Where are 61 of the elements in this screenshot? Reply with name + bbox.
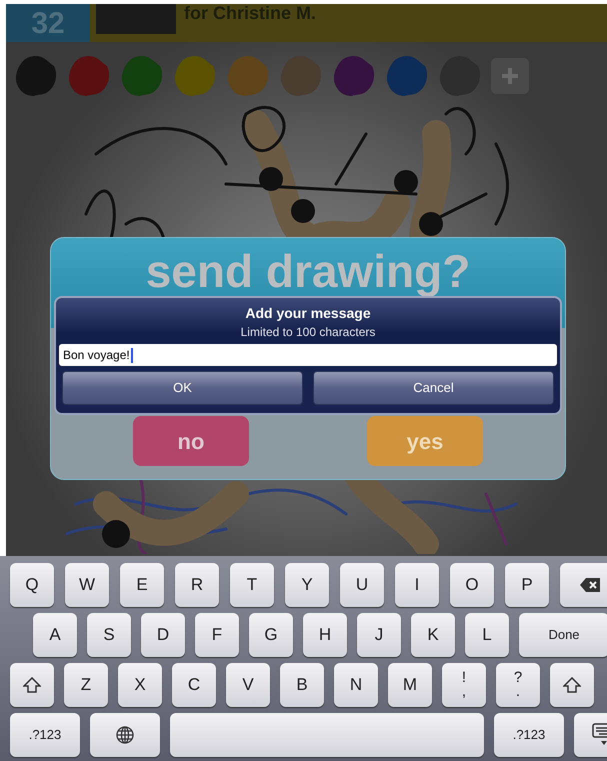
space-key[interactable]: [170, 713, 484, 757]
paint-blob-icon[interactable]: [226, 54, 270, 98]
text-cursor: [130, 348, 133, 362]
key[interactable]: W: [65, 563, 109, 607]
key[interactable]: B: [280, 663, 324, 707]
key[interactable]: P: [505, 563, 549, 607]
key[interactable]: I: [395, 563, 439, 607]
key[interactable]: K: [411, 613, 455, 657]
key[interactable]: C: [172, 663, 216, 707]
shift-key[interactable]: [10, 663, 54, 707]
add-color-button[interactable]: [491, 58, 529, 94]
key[interactable]: L: [465, 613, 509, 657]
key[interactable]: E: [120, 563, 164, 607]
key-symbol: !: [462, 671, 466, 685]
paint-blob-icon[interactable]: [14, 54, 58, 98]
globe-icon: [116, 726, 134, 744]
key[interactable]: ? .: [496, 663, 540, 707]
key[interactable]: ! ,: [442, 663, 486, 707]
plus-icon: [502, 68, 518, 84]
key[interactable]: M: [388, 663, 432, 707]
key[interactable]: H: [303, 613, 347, 657]
key[interactable]: U: [340, 563, 384, 607]
key[interactable]: X: [118, 663, 162, 707]
shift-icon: [563, 677, 581, 693]
key[interactable]: F: [195, 613, 239, 657]
key[interactable]: T: [230, 563, 274, 607]
key[interactable]: G: [249, 613, 293, 657]
key[interactable]: J: [357, 613, 401, 657]
paint-blob-icon[interactable]: [438, 54, 482, 98]
key-symbol: .: [516, 685, 520, 699]
key[interactable]: V: [226, 663, 270, 707]
shift-key[interactable]: [550, 663, 594, 707]
paint-blob-icon[interactable]: [120, 54, 164, 98]
key[interactable]: S: [87, 613, 131, 657]
paint-blob-icon[interactable]: [67, 54, 111, 98]
key-symbol: ?: [514, 671, 522, 685]
alert-title: Add your message: [245, 305, 371, 322]
key[interactable]: Z: [64, 663, 108, 707]
done-key[interactable]: Done: [519, 613, 607, 657]
key[interactable]: Y: [285, 563, 329, 607]
key[interactable]: Q: [10, 563, 54, 607]
paint-blob-icon[interactable]: [332, 54, 376, 98]
alert-subtitle: Limited to 100 characters: [240, 325, 376, 339]
key[interactable]: A: [33, 613, 77, 657]
dialog-button[interactable]: Cancel: [313, 371, 554, 405]
globe-key[interactable]: [90, 713, 160, 757]
key[interactable]: O: [450, 563, 494, 607]
backspace-icon: [580, 578, 600, 592]
paint-blob-icon[interactable]: [385, 54, 429, 98]
key[interactable]: N: [334, 663, 378, 707]
mode-key[interactable]: .?123: [10, 713, 80, 757]
message-field[interactable]: Bon voyage!: [59, 344, 557, 366]
paint-blob-icon[interactable]: [173, 54, 217, 98]
key-symbol: ,: [462, 685, 466, 699]
key[interactable]: D: [141, 613, 185, 657]
dialog-button[interactable]: OK: [62, 371, 303, 405]
paint-blob-icon[interactable]: [279, 54, 323, 98]
shift-icon: [23, 677, 41, 693]
backspace-key[interactable]: [560, 563, 607, 607]
mode-key[interactable]: .?123: [494, 713, 564, 757]
key[interactable]: R: [175, 563, 219, 607]
